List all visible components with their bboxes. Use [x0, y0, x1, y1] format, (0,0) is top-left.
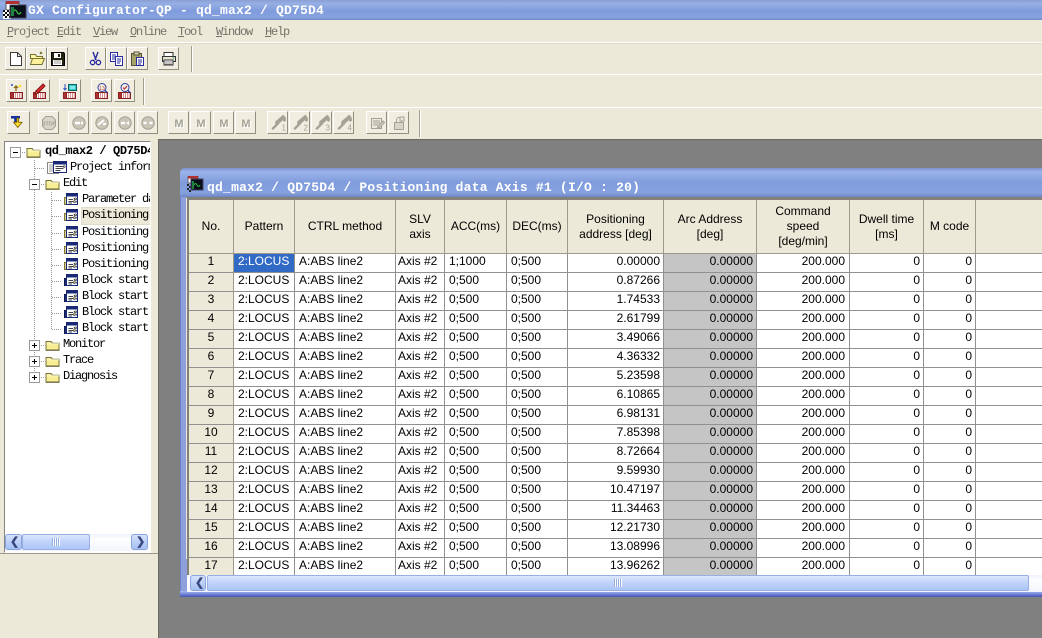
svg-text:STOP: STOP — [42, 122, 57, 128]
svg-text:M: M — [174, 118, 183, 130]
svg-text:3: 3 — [326, 124, 331, 132]
svg-text:M: M — [241, 118, 250, 130]
svg-text:2: 2 — [304, 124, 309, 132]
svg-text:4: 4 — [348, 124, 353, 132]
svg-text:13: 13 — [99, 86, 105, 92]
svg-text:M: M — [196, 118, 205, 130]
svg-text:M: M — [219, 118, 228, 130]
svg-text:1: 1 — [282, 124, 287, 132]
